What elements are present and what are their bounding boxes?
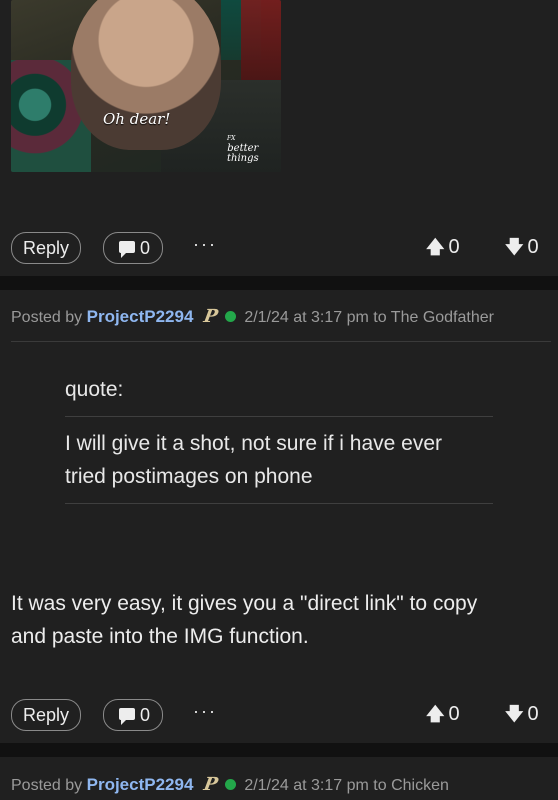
author-link[interactable]: ProjectP2294: [87, 307, 194, 326]
post-separator: [0, 276, 558, 290]
comment-count: 0: [140, 238, 151, 258]
upvote-button[interactable]: 🡅 0: [426, 232, 460, 262]
quote-text: I will give it a shot, not sure if i hav…: [65, 432, 443, 488]
author-link[interactable]: ProjectP2294: [87, 775, 194, 794]
post-timestamp: 2/1/24 at 3:17 pm: [244, 309, 369, 326]
online-status-icon: [224, 311, 236, 322]
upvote-count: 0: [448, 236, 460, 258]
comment-count: 0: [140, 705, 151, 725]
quote-bottom-rule: [65, 503, 493, 504]
team-badge-icon: P: [202, 774, 220, 795]
gif-brand-watermark: FX better things: [227, 135, 259, 164]
more-options-button[interactable]: ···: [193, 699, 217, 729]
downvote-count: 0: [527, 703, 539, 725]
comment-button[interactable]: 0: [103, 232, 163, 264]
more-options-button[interactable]: ···: [193, 232, 217, 262]
reply-button[interactable]: Reply: [11, 699, 81, 731]
post-body: It was very easy, it gives you a "direct…: [11, 592, 478, 648]
post-actions: Reply 0 ··· 🡅 0 🡇 0: [0, 699, 558, 735]
post-timestamp: 2/1/24 at 3:17 pm: [244, 777, 369, 794]
team-badge-icon: P: [202, 306, 220, 327]
gif-caption: Oh dear!: [103, 110, 171, 128]
downvote-button[interactable]: 🡇 0: [505, 699, 539, 729]
arrow-up-icon: 🡅: [426, 237, 445, 257]
board-link[interactable]: The Godfather: [391, 309, 494, 326]
arrow-down-icon: 🡇: [505, 704, 524, 724]
comment-button[interactable]: 0: [103, 699, 163, 731]
board-prefix: to: [373, 309, 387, 326]
quote-label: quote:: [65, 378, 124, 401]
board-prefix: to: [373, 777, 387, 794]
comment-bubble-icon: [119, 241, 135, 258]
downvote-count: 0: [527, 236, 539, 258]
comment-bubble-icon: [119, 708, 135, 725]
downvote-button[interactable]: 🡇 0: [505, 232, 539, 262]
upvote-button[interactable]: 🡅 0: [426, 699, 460, 729]
header-divider: [11, 341, 551, 342]
post-gif-image[interactable]: Oh dear! FX better things: [11, 0, 281, 172]
quote-top-rule: [65, 416, 493, 417]
quote-block: quote: I will give it a shot, not sure i…: [65, 378, 493, 504]
arrow-up-icon: 🡅: [426, 704, 445, 724]
online-status-icon: [224, 779, 236, 790]
post-separator: [0, 743, 558, 757]
post-actions: Reply 0 ··· 🡅 0 🡇 0: [0, 232, 558, 268]
reply-button[interactable]: Reply: [11, 232, 81, 264]
post-header: Posted by ProjectP2294 P 2/1/24 at 3:17 …: [11, 306, 551, 330]
upvote-count: 0: [448, 703, 460, 725]
post-header: Posted by ProjectP2294 P 2/1/24 at 3:17 …: [11, 774, 551, 798]
posted-by-label: Posted by: [11, 777, 83, 794]
arrow-down-icon: 🡇: [505, 237, 524, 257]
posted-by-label: Posted by: [11, 309, 83, 326]
board-link[interactable]: Chicken: [391, 777, 449, 794]
